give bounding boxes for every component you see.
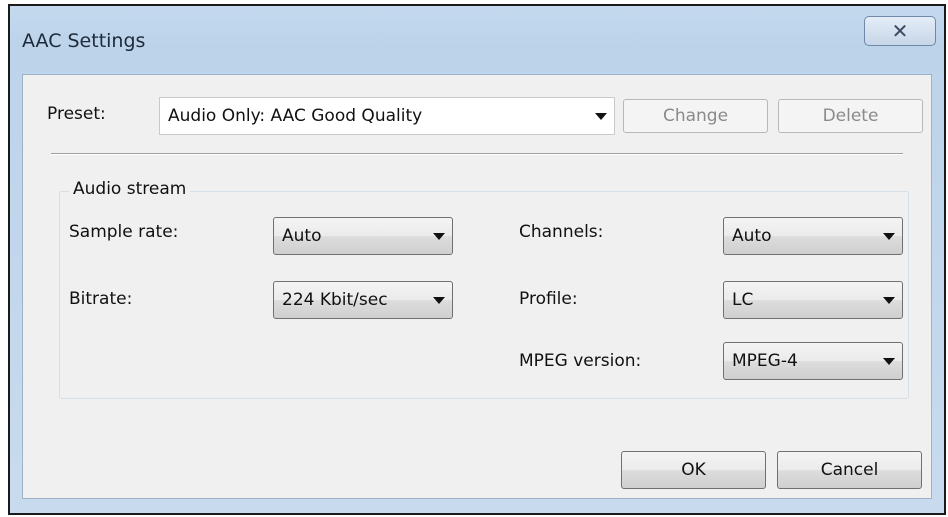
mpeg-version-value: MPEG-4 [732,351,798,371]
chevron-down-icon [876,296,902,304]
delete-button-label: Delete [822,106,879,126]
preset-label: Preset: [47,104,106,124]
bitrate-dropdown[interactable]: 224 Kbit/sec [273,281,453,319]
cancel-button-label: Cancel [820,460,879,480]
dialog-title: AAC Settings [22,30,146,52]
chevron-down-icon [426,232,452,240]
separator-line [51,153,903,155]
ok-button[interactable]: OK [621,451,766,489]
aac-settings-dialog: AAC Settings ✕ Preset: Audio Only: AAC G… [8,4,946,515]
channels-value: Auto [732,226,772,246]
sample-rate-dropdown[interactable]: Auto [273,217,453,255]
channels-label: Channels: [519,222,604,242]
change-button-label: Change [662,106,729,126]
profile-value: LC [732,290,754,310]
mpeg-version-label: MPEG version: [519,351,642,371]
preset-dropdown[interactable]: Audio Only: AAC Good Quality [159,97,615,135]
profile-label: Profile: [519,289,578,309]
profile-dropdown[interactable]: LC [723,281,903,319]
preset-selected-value: Audio Only: AAC Good Quality [168,106,423,126]
audio-stream-group-title: Audio stream [69,179,191,199]
dialog-client-area: Preset: Audio Only: AAC Good Quality Cha… [22,74,932,499]
sample-rate-value: Auto [282,226,322,246]
change-preset-button[interactable]: Change [623,99,768,133]
close-icon: ✕ [891,19,909,43]
sample-rate-label: Sample rate: [69,222,179,242]
delete-preset-button[interactable]: Delete [778,99,923,133]
title-bar[interactable]: AAC Settings ✕ [10,6,944,68]
channels-dropdown[interactable]: Auto [723,217,903,255]
cancel-button[interactable]: Cancel [777,451,922,489]
mpeg-version-dropdown[interactable]: MPEG-4 [723,342,903,380]
bitrate-value: 224 Kbit/sec [282,290,388,310]
bitrate-label: Bitrate: [69,289,133,309]
chevron-down-icon [876,232,902,240]
chevron-down-icon [588,112,614,120]
chevron-down-icon [876,357,902,365]
close-button[interactable]: ✕ [864,16,936,46]
ok-button-label: OK [681,460,706,480]
chevron-down-icon [426,296,452,304]
